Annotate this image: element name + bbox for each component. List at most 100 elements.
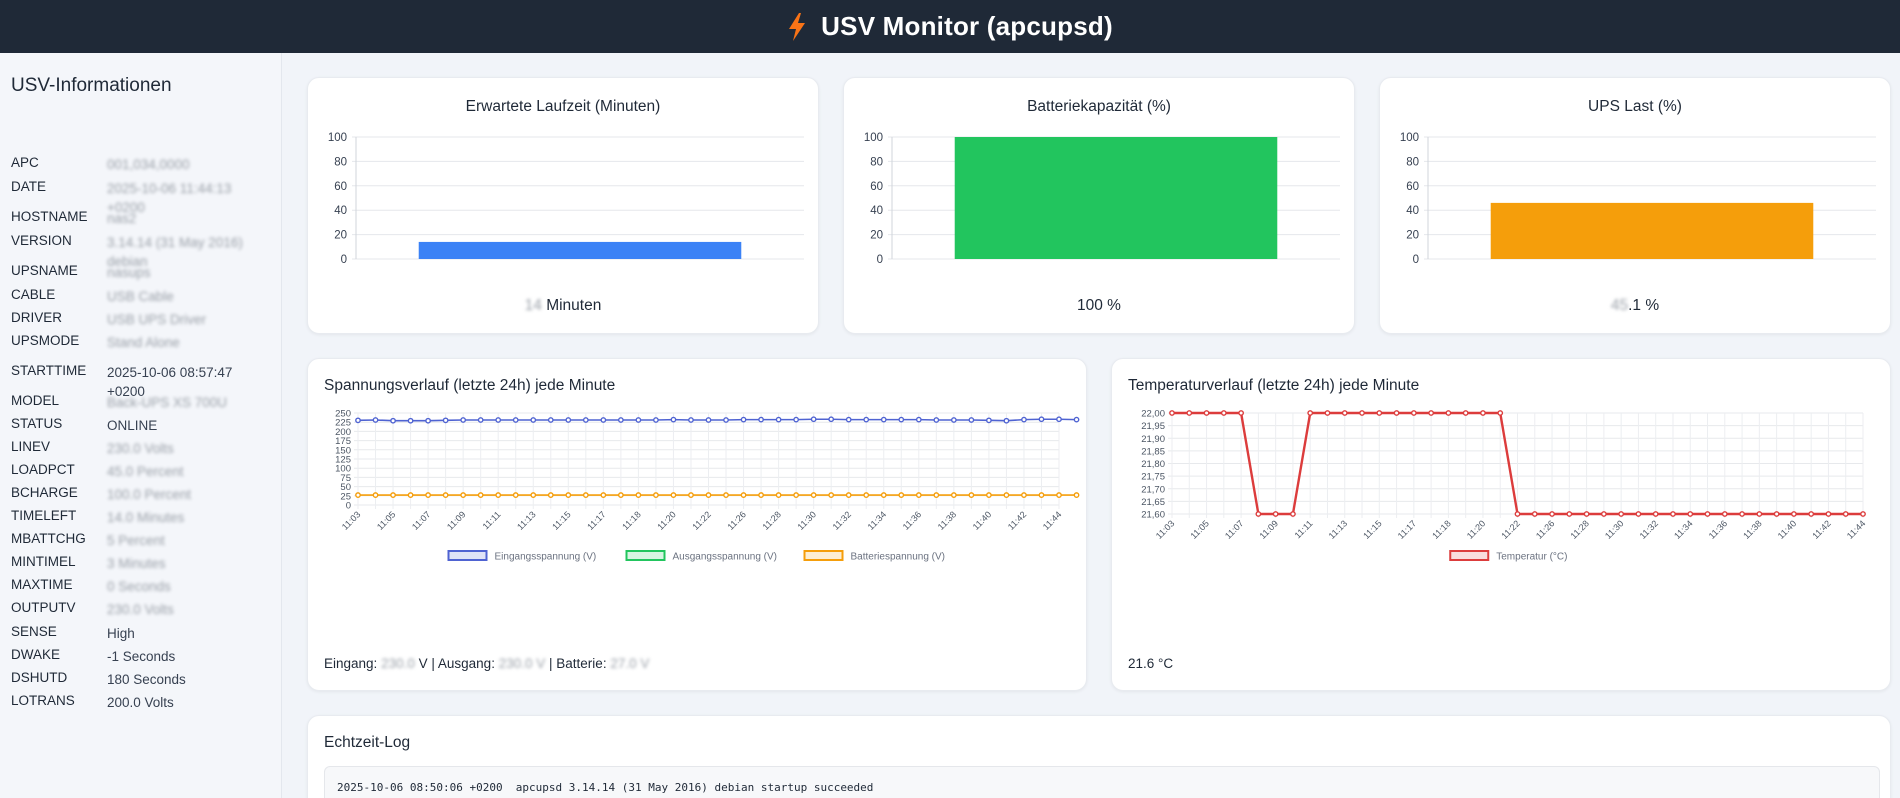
y-tick-label: 0 — [341, 254, 347, 266]
data-point — [933, 417, 940, 423]
info-value: 14.0 Minutes — [107, 510, 185, 525]
input-voltage-value: 230.0 — [381, 656, 415, 671]
data-point — [968, 417, 975, 423]
battery-bar — [954, 137, 1278, 259]
y-tick-label: 40 — [1406, 205, 1419, 217]
info-value: 45.0 Percent — [107, 464, 184, 479]
data-point — [1341, 410, 1348, 416]
x-tick-label: 11:07 — [1223, 518, 1246, 541]
data-point — [915, 492, 922, 498]
data-point — [582, 492, 589, 498]
info-value: 100.0 Percent — [107, 487, 192, 502]
data-point — [547, 492, 554, 498]
info-row-lotrans: LOTRANS 200.0 Volts — [11, 693, 174, 712]
data-point — [425, 417, 432, 424]
info-value: USB Cable — [107, 289, 174, 304]
runtime-value: 14 Minuten — [308, 297, 818, 315]
y-tick-label: 21,80 — [1141, 459, 1165, 470]
info-row-upsmode: UPSMODE Stand Alone — [11, 333, 180, 352]
data-point — [1238, 410, 1245, 416]
data-point — [1203, 410, 1210, 416]
data-point — [390, 492, 396, 498]
y-tick-label: 100 — [864, 132, 883, 144]
data-point — [1255, 511, 1262, 517]
data-point — [1480, 410, 1486, 416]
y-tick-label: 22,00 — [1141, 409, 1165, 420]
y-tick-label: 60 — [1406, 181, 1419, 193]
data-point — [460, 492, 467, 498]
data-point — [442, 417, 449, 424]
x-tick-label: 11:40 — [1776, 518, 1799, 541]
info-value: 001,034,0000 — [107, 157, 190, 172]
info-value: 3 Minutes — [107, 556, 166, 571]
data-point — [810, 492, 817, 498]
data-point — [1307, 410, 1314, 416]
x-tick-label: 11:32 — [1638, 518, 1661, 541]
data-point — [670, 492, 677, 498]
x-tick-label: 11:17 — [585, 509, 608, 532]
data-point — [740, 416, 747, 423]
data-point — [407, 492, 414, 498]
x-tick-label: 11:36 — [901, 509, 924, 532]
data-point — [1410, 410, 1417, 416]
info-row-linev: LINEV 230.0 Volts — [11, 439, 174, 458]
info-value: High — [107, 626, 135, 641]
info-key: DWAKE — [11, 647, 61, 662]
info-value: 5 Percent — [107, 533, 165, 548]
y-tick-label: 80 — [1406, 156, 1419, 168]
info-value: -1 Seconds — [107, 649, 176, 664]
data-point — [617, 492, 624, 498]
data-point — [723, 492, 729, 498]
info-row-apc: APC 001,034,0000 — [11, 155, 190, 174]
data-point — [635, 492, 642, 498]
x-tick-label: 11:44 — [1845, 518, 1868, 541]
data-point — [950, 417, 957, 423]
data-point — [1773, 511, 1780, 517]
data-point — [617, 417, 624, 423]
data-point — [1635, 511, 1642, 517]
info-key: MAXTIME — [11, 577, 73, 592]
data-point — [1038, 416, 1045, 423]
data-point — [582, 417, 589, 423]
data-point — [1670, 511, 1676, 517]
x-tick-label: 11:05 — [375, 509, 398, 532]
info-value: nas2 — [107, 211, 137, 226]
data-point — [1721, 511, 1728, 517]
info-row-mbattchg: MBATTCHG 5 Percent — [11, 531, 165, 550]
data-point — [1186, 410, 1193, 416]
data-point — [407, 417, 414, 424]
data-point — [460, 417, 467, 423]
info-key: OUTPUTV — [11, 600, 76, 615]
data-point — [1038, 492, 1045, 498]
data-point — [547, 417, 554, 423]
y-tick-label: 21,60 — [1141, 510, 1165, 521]
log-output[interactable]: 2025-10-06 08:50:06 +0200 apcupsd 3.14.1… — [324, 766, 1880, 798]
data-point — [1376, 410, 1383, 416]
data-point — [1021, 416, 1027, 423]
info-key: MBATTCHG — [11, 531, 86, 546]
data-point — [1514, 511, 1521, 517]
data-point — [1359, 410, 1365, 416]
y-tick-label: 40 — [334, 205, 347, 217]
info-key: TIMELEFT — [11, 508, 77, 523]
data-point — [372, 492, 379, 498]
info-row-bcharge: BCHARGE 100.0 Percent — [11, 485, 191, 504]
y-tick-label: 60 — [334, 181, 347, 193]
data-point — [355, 417, 361, 424]
data-point — [1756, 511, 1763, 517]
temperature-card: Temperaturverlauf (letzte 24h) jede Minu… — [1111, 358, 1891, 691]
data-point — [1003, 492, 1010, 498]
x-tick-label: 11:18 — [620, 509, 643, 532]
y-tick-label: 21,70 — [1141, 484, 1165, 495]
info-row-cable: CABLE USB Cable — [11, 287, 174, 306]
info-row-upsname: UPSNAME nasups — [11, 263, 151, 282]
data-point — [915, 416, 922, 423]
x-tick-label: 11:22 — [690, 509, 713, 532]
data-point — [1169, 410, 1175, 416]
y-tick-label: 250 — [335, 409, 351, 420]
data-point — [775, 416, 782, 423]
data-point — [600, 492, 607, 498]
data-point — [635, 417, 642, 423]
info-row-sense: SENSE High — [11, 624, 135, 643]
legend-swatch — [1449, 550, 1490, 561]
